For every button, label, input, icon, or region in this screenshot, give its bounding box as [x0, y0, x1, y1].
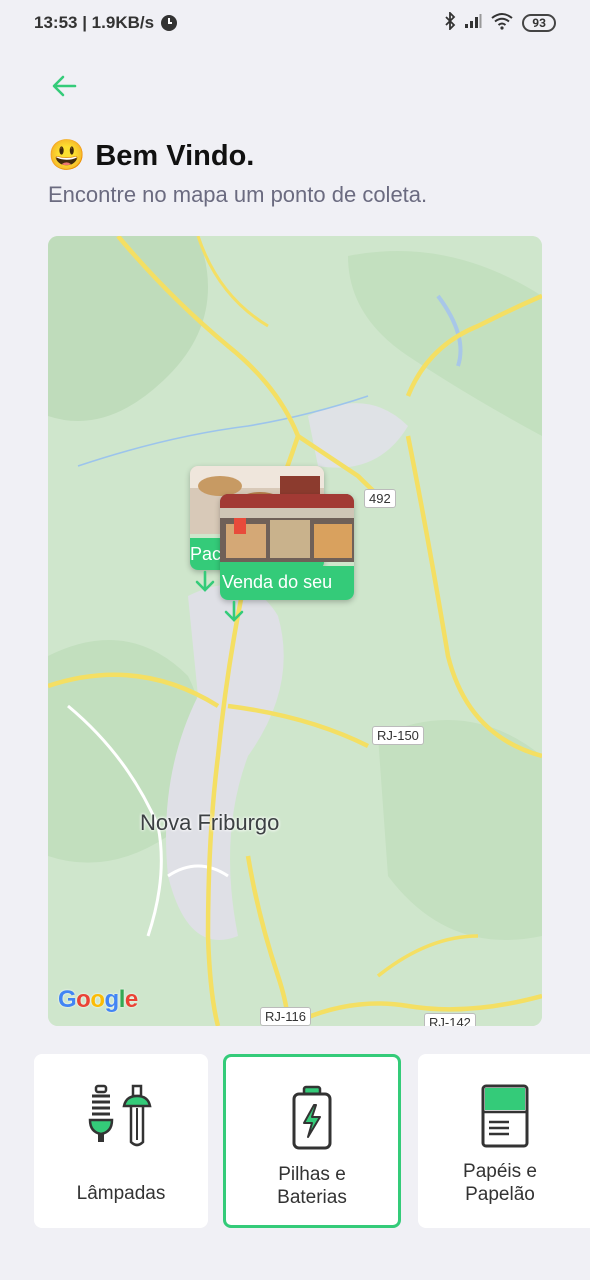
clock-icon: [160, 14, 178, 36]
road-label-492: 492: [364, 489, 396, 508]
marker-pin-arrow: [224, 600, 244, 622]
road-label-rj142: RJ-142: [424, 1013, 476, 1026]
marker-label: Venda do seu: [220, 566, 354, 600]
category-card-pilhas-baterias[interactable]: Pilhas e Baterias: [223, 1054, 401, 1228]
category-label: Lâmpadas: [76, 1183, 166, 1204]
signal-icon: [464, 13, 482, 33]
road-label-rj116: RJ-116: [260, 1007, 311, 1026]
map-view[interactable]: 492 RJ-150 RJ-116 RJ-142 Nova Friburgo G…: [48, 236, 542, 1026]
map-marker[interactable]: Venda do seu: [220, 494, 354, 600]
welcome-header: 😃 Bem Vindo.: [48, 136, 254, 176]
paper-icon: [418, 1084, 590, 1150]
category-card-lampadas[interactable]: Lâmpadas: [34, 1054, 208, 1228]
road-label-rj150: RJ-150: [372, 726, 424, 745]
category-card-papeis-papelao[interactable]: Papéis e Papelão: [418, 1054, 590, 1228]
wifi-icon: [490, 12, 514, 34]
category-list: Lâmpadas Pilhas e Baterias Papéis e Pape…: [0, 1052, 590, 1232]
page-title: Bem Vindo.: [95, 139, 255, 172]
bluetooth-icon: [444, 10, 456, 34]
category-label: Pilhas e Baterias: [277, 1164, 347, 1208]
battery-icon: [226, 1085, 398, 1151]
status-bar: 13:53 | 1.9KB/s 93: [0, 0, 590, 48]
smiley-icon: 😃: [48, 138, 86, 173]
back-button[interactable]: [44, 68, 84, 104]
marker-photo: [220, 494, 354, 562]
marker-pin-arrow: [195, 570, 215, 592]
lightbulbs-icon: [34, 1084, 208, 1150]
map-terrain: [48, 236, 542, 1026]
city-label: Nova Friburgo: [140, 810, 280, 835]
page-subtitle: Encontre no mapa um ponto de coleta.: [48, 182, 428, 207]
category-label: Papéis e Papelão: [463, 1161, 537, 1205]
status-time: 13:53 | 1.9KB/s: [34, 13, 155, 32]
google-logo: Google: [58, 986, 138, 1013]
battery-status: 93: [522, 14, 556, 32]
arrow-left-icon: [52, 75, 77, 97]
